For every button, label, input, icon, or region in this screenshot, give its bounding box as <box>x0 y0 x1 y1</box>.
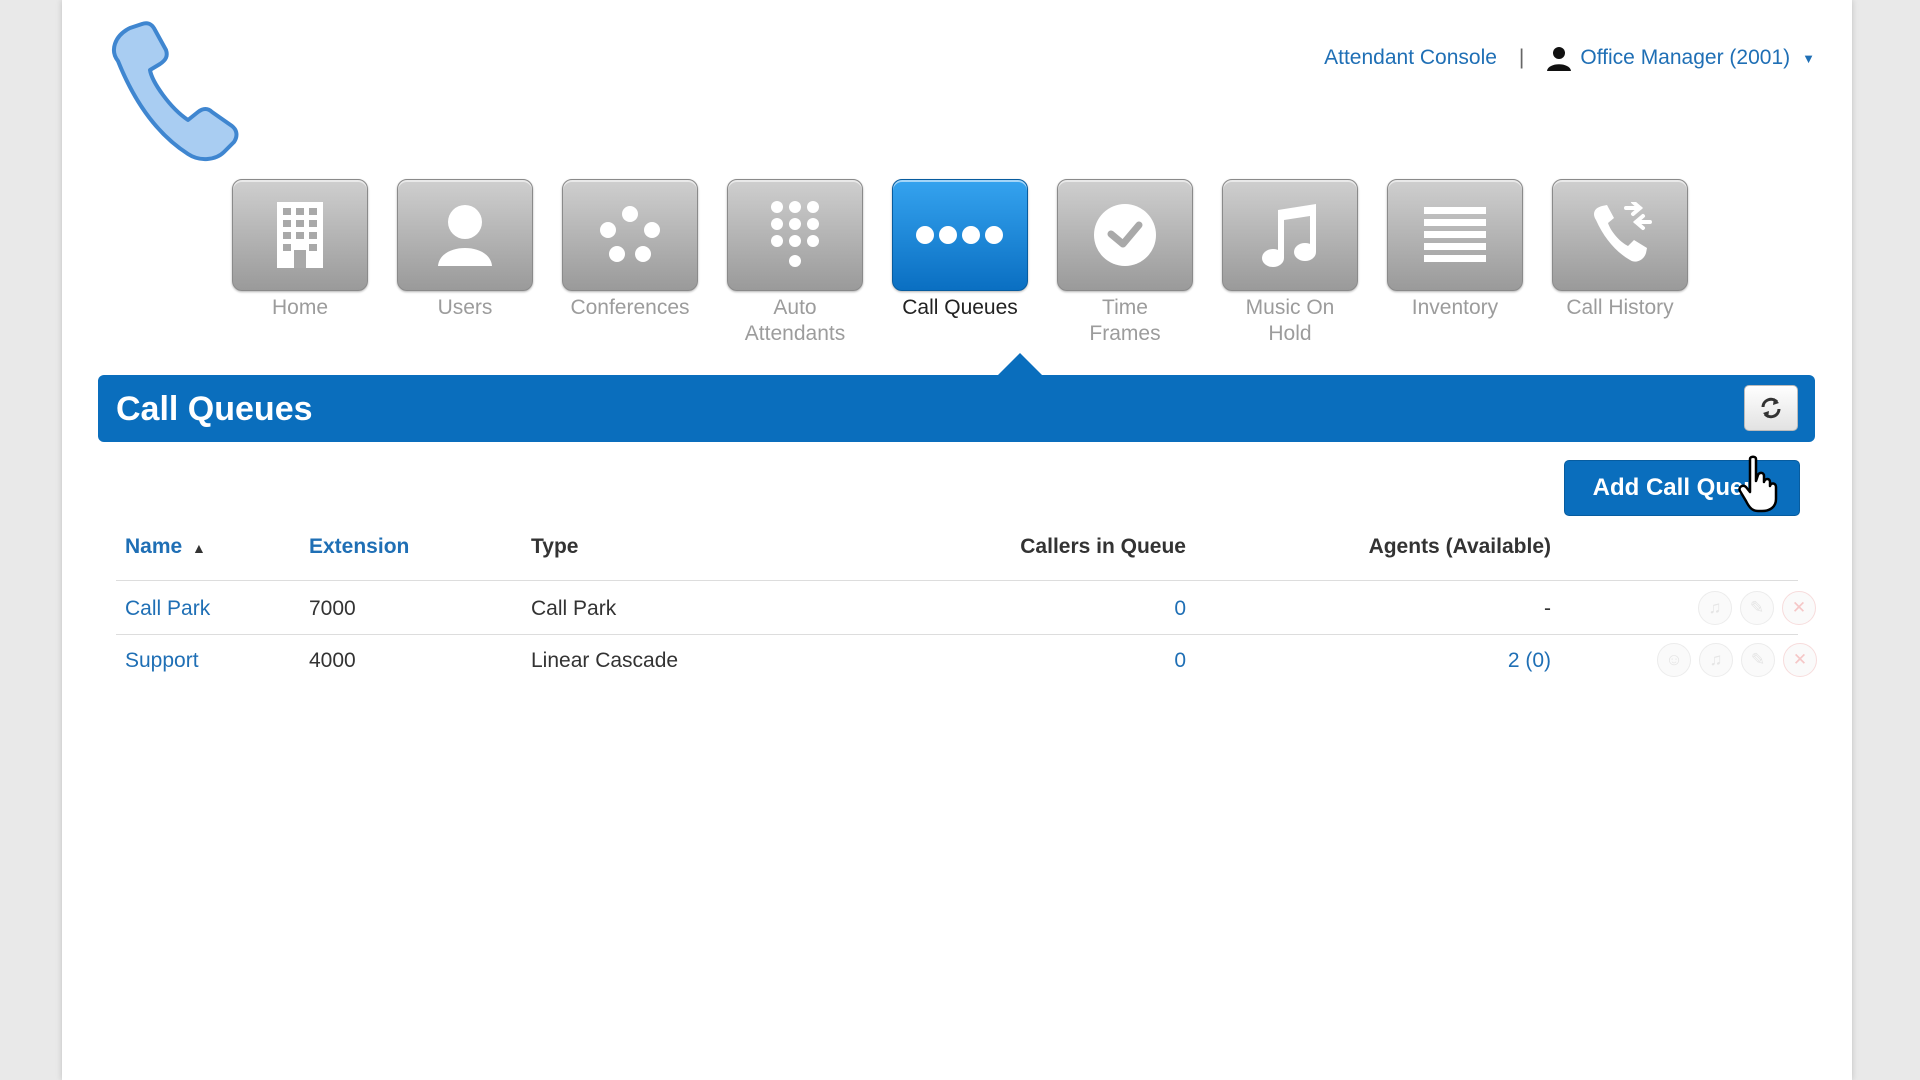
nav-call-history-tile <box>1552 179 1688 291</box>
nav-call-history-label-line1: Call History <box>1566 296 1674 319</box>
nav-conferences-label-line1: Conferences <box>570 296 690 319</box>
column-header-name[interactable]: Name ▲ <box>125 535 206 559</box>
callers-in-queue-link[interactable]: 0 <box>936 597 1186 621</box>
active-tab-pointer <box>998 353 1042 375</box>
building-icon <box>277 202 323 268</box>
row-actions: ♫ ✎ ✕ <box>1698 591 1816 625</box>
nav-home-label: Home <box>230 295 370 321</box>
nav-call-history-label: Call History <box>1550 295 1690 321</box>
column-header-callers: Callers in Queue <box>1020 535 1186 558</box>
nav-users-tile <box>397 179 533 291</box>
nav-home-tile <box>232 179 368 291</box>
queue-type: Call Park <box>531 597 617 620</box>
nav-users-label-line1: Users <box>437 296 493 319</box>
sort-ascending-icon: ▲ <box>192 540 206 556</box>
nav-time-frames-label-line2: Frames <box>1089 322 1161 345</box>
nav-call-queues[interactable]: Call Queues <box>890 179 1030 321</box>
column-header-agents: Agents (Available) <box>1368 535 1551 558</box>
phone-logo-icon <box>112 21 239 161</box>
queue-name-link[interactable]: Call Park <box>125 597 210 621</box>
queue-dots-icon <box>916 226 1003 244</box>
column-header-name-label: Name <box>125 535 183 558</box>
page-container: Attendant Console | Office Manager (2001… <box>62 0 1852 1080</box>
nav-inventory-tile <box>1387 179 1523 291</box>
keypad-icon <box>771 201 819 267</box>
nav-inventory-label-line1: Inventory <box>1411 296 1499 319</box>
header-divider <box>116 580 1798 581</box>
nav-music-on-hold-label-line1: Music On <box>1245 296 1335 319</box>
nav-conferences-label: Conferences <box>560 295 700 321</box>
nav-inventory[interactable]: Inventory <box>1385 179 1525 321</box>
hand-cursor-icon <box>1738 455 1778 513</box>
agents-icon[interactable]: ☺ <box>1657 643 1691 677</box>
column-header-extension[interactable]: Extension <box>309 535 409 559</box>
music-note-icon[interactable]: ♫ <box>1698 591 1732 625</box>
nav-conferences[interactable]: Conferences <box>560 179 700 321</box>
nav-call-history[interactable]: Call History <box>1550 179 1690 321</box>
refresh-button[interactable] <box>1744 385 1798 431</box>
agents-available-link[interactable]: 2 (0) <box>1216 649 1551 673</box>
nav-time-frames-label-line1: Time <box>1102 296 1148 319</box>
music-note-icon <box>1262 204 1316 267</box>
nav-music-on-hold-label: Music On Hold <box>1220 295 1360 347</box>
row-actions: ☺ ♫ ✎ ✕ <box>1657 643 1817 677</box>
attendant-console-link[interactable]: Attendant Console <box>1324 46 1497 70</box>
conference-icon <box>600 206 660 262</box>
section-header: Call Queues <box>98 375 1815 442</box>
refresh-icon <box>1761 397 1781 419</box>
top-separator: | <box>1518 46 1525 69</box>
nav-auto-attendants-label-line1: Auto <box>773 296 817 319</box>
chevron-down-icon: ▼ <box>1802 50 1815 66</box>
nav-time-frames-label: Time Frames <box>1055 295 1195 347</box>
callers-in-queue-link[interactable]: 0 <box>936 649 1186 673</box>
call-history-icon <box>1594 202 1652 262</box>
user-menu[interactable]: Office Manager (2001) ▼ <box>1546 45 1815 71</box>
nav-home-label-line1: Home <box>271 296 329 319</box>
clock-icon <box>1094 204 1156 266</box>
user-icon <box>1547 47 1572 71</box>
nav-home[interactable]: Home <box>230 179 370 321</box>
nav-music-on-hold-tile <box>1222 179 1358 291</box>
edit-icon[interactable]: ✎ <box>1741 643 1775 677</box>
delete-icon[interactable]: ✕ <box>1782 591 1816 625</box>
queue-extension: 4000 <box>309 649 356 672</box>
nav-call-queues-label-line1: Call Queues <box>902 296 1018 319</box>
nav-music-on-hold[interactable]: Music On Hold <box>1220 179 1360 347</box>
nav-call-queues-tile <box>892 179 1028 291</box>
nav-music-on-hold-label-line2: Hold <box>1268 322 1312 345</box>
nav-auto-attendants-label-line2: Attendants <box>744 322 846 345</box>
nav-auto-attendants-tile <box>727 179 863 291</box>
nav-users-label: Users <box>395 295 535 321</box>
nav-inventory-label: Inventory <box>1385 295 1525 321</box>
nav-time-frames-tile <box>1057 179 1193 291</box>
nav-time-frames[interactable]: Time Frames <box>1055 179 1195 347</box>
column-header-type: Type <box>531 535 579 558</box>
edit-icon[interactable]: ✎ <box>1740 591 1774 625</box>
queue-name-link[interactable]: Support <box>125 649 199 673</box>
user-icon <box>438 205 492 266</box>
nav-auto-attendants[interactable]: Auto Attendants <box>725 179 865 347</box>
delete-icon[interactable]: ✕ <box>1783 643 1817 677</box>
section-title: Call Queues <box>116 390 313 428</box>
row-divider <box>116 634 1798 635</box>
top-bar: Attendant Console | Office Manager (2001… <box>1324 43 1815 73</box>
queue-extension: 7000 <box>309 597 356 620</box>
nav-conferences-tile <box>562 179 698 291</box>
user-name-label: Office Manager (2001) <box>1580 46 1791 69</box>
nav-users[interactable]: Users <box>395 179 535 321</box>
agents-available: - <box>1544 597 1551 620</box>
music-note-icon[interactable]: ♫ <box>1699 643 1733 677</box>
nav-auto-attendants-label: Auto Attendants <box>725 295 865 347</box>
nav-call-queues-label: Call Queues <box>890 295 1030 321</box>
list-icon <box>1424 207 1486 262</box>
queue-type: Linear Cascade <box>531 649 679 672</box>
